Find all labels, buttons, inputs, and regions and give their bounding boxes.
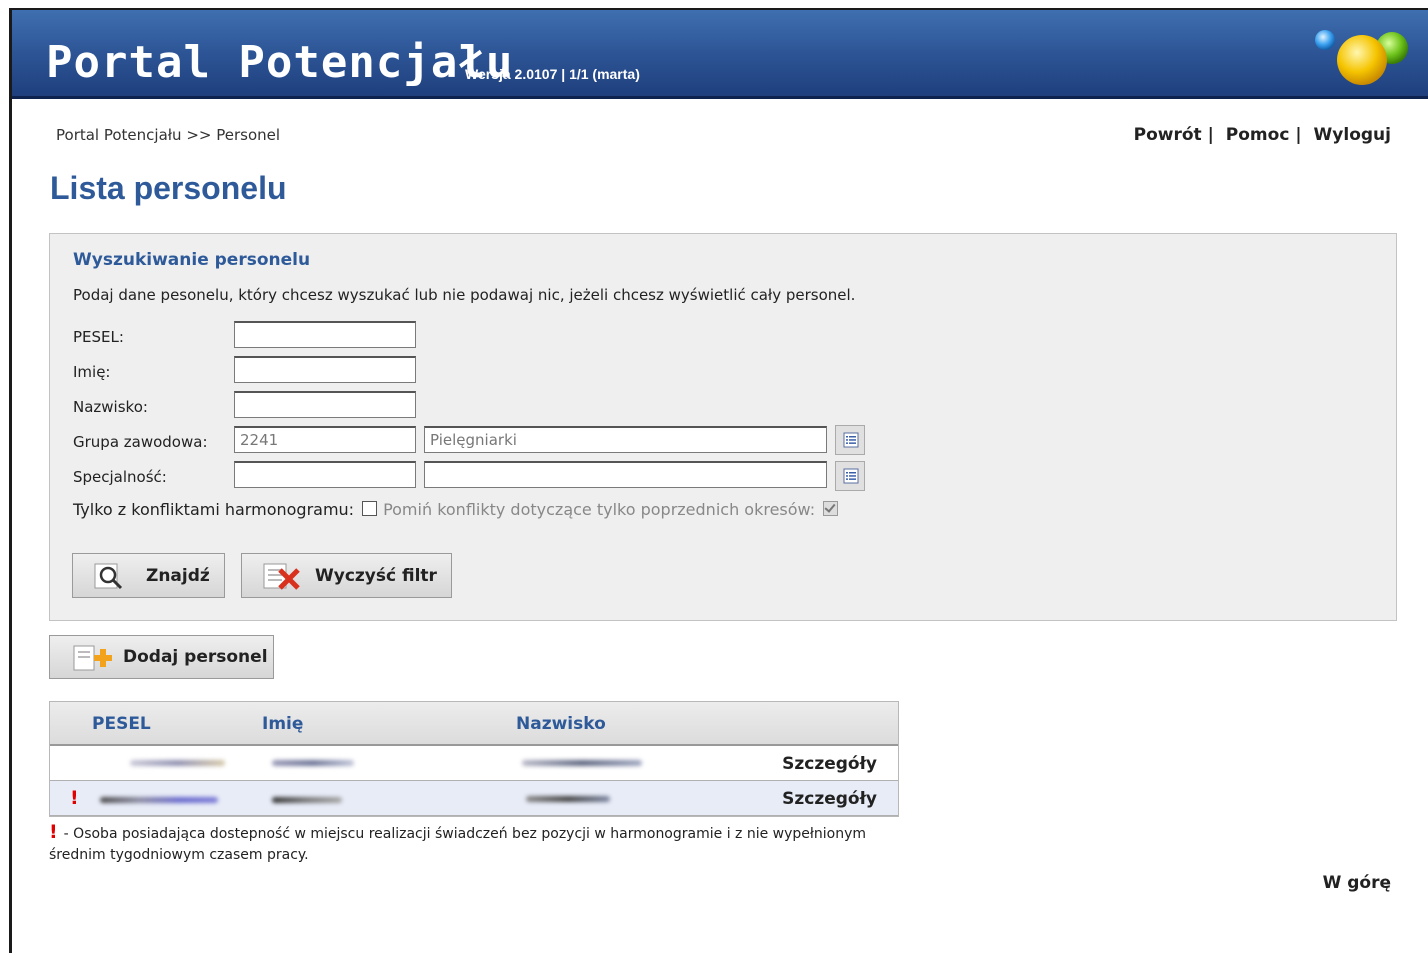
back-to-top-link[interactable]: W górę <box>1323 873 1391 893</box>
warning-legend-text: - Osoba posiadająca dostepność w miejscu… <box>49 826 866 863</box>
link-separator: | <box>1295 125 1302 145</box>
pesel-label: PESEL: <box>73 328 124 346</box>
back-link[interactable]: Powrót <box>1134 125 1202 145</box>
logo-icon <box>1315 30 1408 85</box>
logout-link[interactable]: Wyloguj <box>1314 125 1391 145</box>
warning-legend: ! - Osoba posiadająca dostepność w miejsc… <box>49 822 889 866</box>
clear-filter-icon <box>263 563 300 590</box>
add-personnel-button[interactable]: Dodaj personel <box>49 635 274 679</box>
search-panel: Wyszukiwanie personelu Podaj dane pesone… <box>49 233 1397 621</box>
specialty-code-input[interactable] <box>234 461 416 488</box>
add-document-icon <box>73 645 112 671</box>
first-name-label: Imię: <box>73 363 111 381</box>
redacted-first-name <box>272 760 354 766</box>
help-link[interactable]: Pomoc <box>1226 125 1290 145</box>
last-name-input[interactable] <box>234 391 416 418</box>
redacted-last-name <box>526 796 610 802</box>
first-name-input[interactable] <box>234 356 416 383</box>
warning-icon: ! <box>49 821 58 843</box>
version-info: Wersja 2.0107 | 1/1 (marta) <box>465 66 640 82</box>
redacted-last-name <box>522 760 642 766</box>
skip-previous-checkbox[interactable] <box>823 501 839 516</box>
redacted-first-name <box>272 797 342 803</box>
magnifier-icon <box>94 563 123 590</box>
professional-group-name-input[interactable] <box>424 426 827 453</box>
list-icon <box>843 432 859 448</box>
professional-group-lookup-button[interactable] <box>835 425 865 455</box>
page-title: Lista personelu <box>50 170 287 206</box>
conflicts-checkbox[interactable] <box>362 501 378 516</box>
clear-filter-button[interactable]: Wyczyść filtr <box>241 553 452 598</box>
app-header: Portal Potencjału Wersja 2.0107 | 1/1 (m… <box>12 10 1428 99</box>
window-left-border <box>9 8 12 953</box>
clear-filter-button-label: Wyczyść filtr <box>315 566 437 586</box>
search-description: Podaj dane pesonelu, który chcesz wyszuk… <box>73 286 856 304</box>
find-button[interactable]: Znajdź <box>72 553 225 598</box>
specialty-lookup-button[interactable] <box>835 461 865 491</box>
app-title: Portal Potencjału <box>46 37 514 88</box>
warning-icon: ! <box>70 787 79 809</box>
skip-previous-label: Pomiń konflikty dotyczące tylko poprzedn… <box>383 500 816 519</box>
find-button-label: Znajdź <box>146 566 210 586</box>
redacted-pesel <box>100 797 218 803</box>
conflicts-row: Tylko z konfliktami harmonogramu: Pomiń k… <box>73 500 844 519</box>
breadcrumb: Portal Potencjału >> Personel <box>56 126 281 144</box>
table-row: ! Szczegóły <box>50 781 898 816</box>
professional-group-code-input[interactable] <box>234 426 416 453</box>
search-panel-title: Wyszukiwanie personelu <box>73 250 311 270</box>
personnel-table: PESEL Imię Nazwisko Szczegóły ! Szczegół… <box>49 701 899 817</box>
column-header-first-name[interactable]: Imię <box>262 714 303 734</box>
last-name-label: Nazwisko: <box>73 398 148 416</box>
professional-group-label: Grupa zawodowa: <box>73 433 208 451</box>
column-header-last-name[interactable]: Nazwisko <box>516 714 606 734</box>
top-links: Powrót | Pomoc | Wyloguj <box>1134 125 1391 145</box>
column-header-pesel[interactable]: PESEL <box>92 714 151 734</box>
details-link[interactable]: Szczegóły <box>782 754 877 774</box>
specialty-label: Specjalność: <box>73 468 167 486</box>
conflicts-label: Tylko z konfliktami harmonogramu: <box>73 500 355 519</box>
list-icon <box>843 468 859 484</box>
link-separator: | <box>1207 125 1214 145</box>
redacted-pesel <box>130 760 225 766</box>
details-link[interactable]: Szczegóły <box>782 789 877 809</box>
table-header: PESEL Imię Nazwisko <box>50 702 898 746</box>
specialty-name-input[interactable] <box>424 461 827 488</box>
pesel-input[interactable] <box>234 321 416 348</box>
table-row: Szczegóły <box>50 746 898 781</box>
add-personnel-button-label: Dodaj personel <box>123 647 268 667</box>
